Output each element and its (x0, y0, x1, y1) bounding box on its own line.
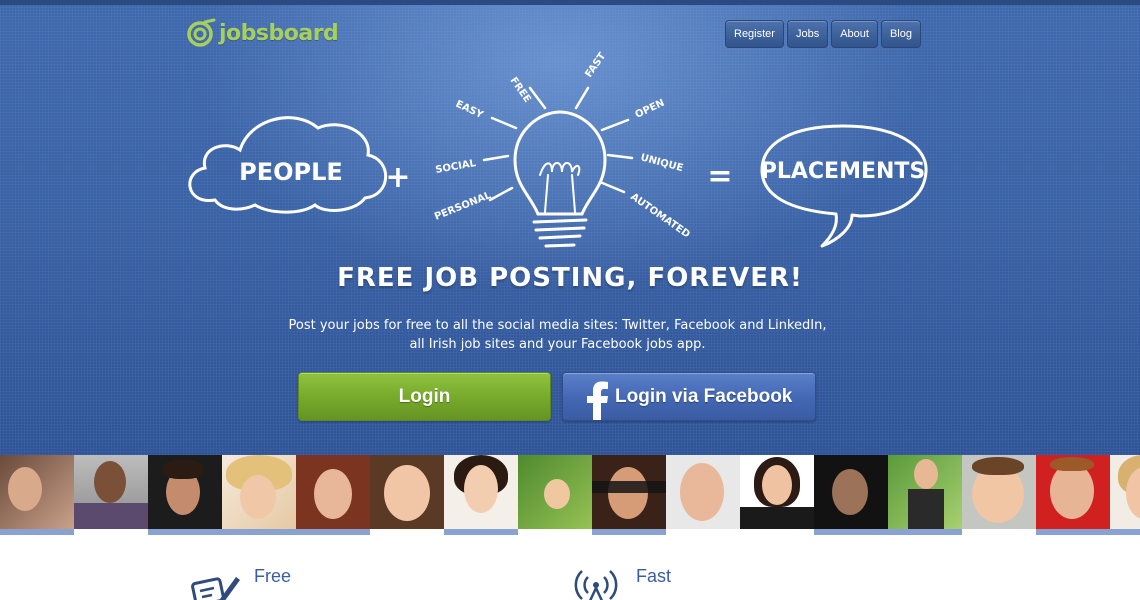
member-photo (888, 455, 962, 535)
illustration-plus: + (385, 160, 410, 195)
people-plus-idea-equals-placements-illustration: PEOPLE + FREE FAST EASY OPEN SOCIAL UNIQ… (188, 51, 928, 248)
ray-label: EASY (454, 99, 486, 122)
broadcast-tower-icon (574, 570, 618, 600)
ray-label: FREE (508, 75, 533, 105)
features-section: Free Fast (0, 535, 1140, 600)
ray-label: SOCIAL (435, 158, 478, 176)
hero-headline: FREE JOB POSTING, FOREVER! (337, 263, 803, 293)
member-photo (74, 455, 148, 535)
login-via-facebook-button[interactable]: Login via Facebook (562, 372, 816, 421)
hero-description-line-1: Post your jobs for free to all the socia… (288, 318, 827, 333)
pencil-paper-icon (191, 577, 240, 600)
illustration-right-word: PLACEMENTS (761, 159, 926, 184)
member-photo-strip (0, 455, 1140, 535)
feature-free-title: Free (254, 566, 292, 586)
feature-free: Free (190, 563, 291, 600)
feature-fast-title: Fast (636, 566, 672, 586)
member-photo (222, 455, 296, 535)
lightbulb-icon (513, 110, 607, 248)
member-photo (740, 455, 814, 535)
member-photo (814, 455, 888, 535)
member-photo (518, 455, 592, 535)
illustration-left-word: PEOPLE (239, 158, 343, 186)
feature-fast: Fast (572, 563, 671, 600)
illustration-equals: = (707, 159, 732, 194)
hero-description: Post your jobs for free to all the socia… (270, 316, 845, 354)
ray-label: PERSONAL (433, 190, 493, 223)
member-photo (666, 455, 740, 535)
member-photo (444, 455, 518, 535)
member-photo (592, 455, 666, 535)
member-photo (148, 455, 222, 535)
ray-label: FAST (583, 51, 608, 80)
ray-label: UNIQUE (639, 152, 684, 174)
hero-description-line-2: all Irish job sites and your Facebook jo… (409, 337, 706, 352)
member-photo (1036, 455, 1110, 535)
member-photo (296, 455, 370, 535)
member-photo (370, 455, 444, 535)
facebook-f-icon (577, 373, 617, 420)
hero-banner: jobsboard Register Jobs About Blog PEOPL… (0, 0, 1140, 455)
member-photo (1110, 455, 1140, 535)
speech-bubble-shape (760, 124, 928, 248)
facebook-button-label: Login via Facebook (615, 385, 793, 407)
member-photo (962, 455, 1036, 535)
ray-label: AUTOMATED (628, 191, 691, 240)
member-photo (0, 455, 74, 535)
login-button[interactable]: Login (298, 372, 551, 421)
ray-label: OPEN (634, 98, 667, 121)
